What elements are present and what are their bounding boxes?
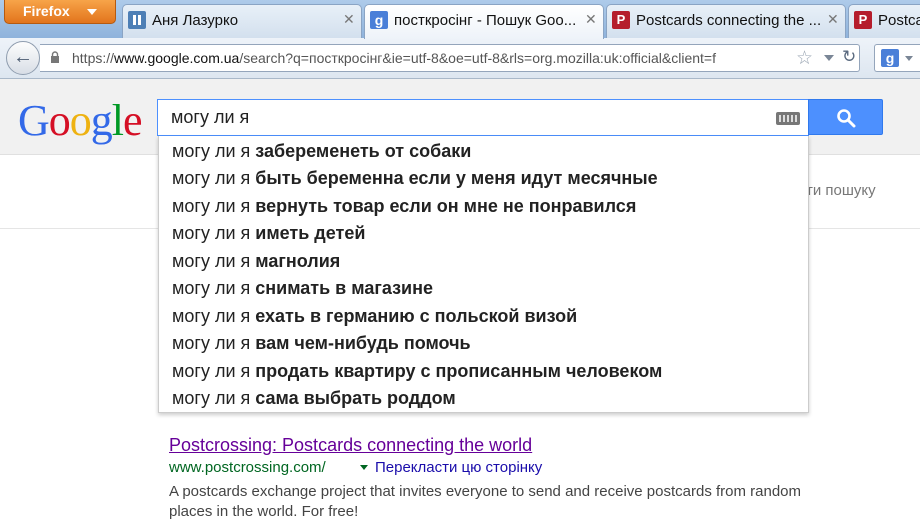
tab-label: Postcar [878, 12, 920, 29]
suggestion-completion: забеременеть от собаки [255, 141, 472, 161]
back-arrow-icon: ← [13, 46, 33, 68]
chevron-down-icon [905, 56, 913, 61]
suggestion-completion: сама выбрать роддом [255, 388, 456, 408]
suggestion-item[interactable]: могу ли я забеременеть от собаки [172, 138, 471, 165]
url-path: /search?q=посткросінг&ie=utf-8&oe=utf-8&… [239, 50, 716, 66]
tab-label: Postcards connecting the ... [636, 12, 822, 29]
bookmark-star-icon[interactable]: ☆ [796, 47, 813, 70]
logo-letter: o [69, 96, 92, 145]
history-dropdown-icon[interactable] [824, 55, 834, 61]
google-icon: g [370, 11, 388, 29]
suggestion-item[interactable]: могу ли я продать квартиру с прописанным… [172, 358, 662, 385]
logo-letter: e [123, 96, 143, 145]
suggestion-item[interactable]: могу ли я вам чем-нибудь помочь [172, 330, 471, 357]
keyboard-icon[interactable] [776, 112, 800, 125]
google-icon: g [881, 49, 899, 67]
postcrossing-icon: P [612, 11, 630, 29]
suggestion-item[interactable]: могу ли я снимать в магазине [172, 275, 433, 302]
logo-letter: l [111, 96, 124, 145]
google-logo[interactable]: Google [18, 95, 143, 146]
suggestion-prefix: могу ли я [172, 196, 256, 216]
close-icon[interactable]: ✕ [585, 11, 597, 28]
tab-postcrossing-2[interactable]: P Postcar [848, 4, 920, 38]
suggestion-completion: иметь детей [255, 223, 366, 243]
firefox-menu-label: Firefox [23, 3, 70, 19]
suggestion-item[interactable]: могу ли я ехать в германию с польской ви… [172, 303, 577, 330]
logo-letter: g [90, 96, 113, 145]
search-input[interactable]: могу ли я [157, 99, 809, 136]
suggestion-prefix: могу ли я [172, 306, 256, 326]
search-engine-selector[interactable]: g [874, 44, 920, 72]
suggestion-completion: ехать в германию с польской визой [255, 306, 578, 326]
tab-bar: Firefox Аня Лазурко ✕ g посткросінг - По… [0, 0, 920, 39]
search-query[interactable]: могу ли я [171, 107, 249, 128]
suggestion-item[interactable]: могу ли я быть беременна если у меня иду… [172, 165, 658, 192]
close-icon[interactable]: ✕ [343, 11, 355, 28]
logo-letter: o [48, 96, 71, 145]
url-prefix: https:// [72, 50, 115, 66]
tab-postcrossing[interactable]: P Postcards connecting the ... ✕ [606, 4, 846, 38]
suggestion-completion: снимать в магазине [255, 278, 433, 298]
suggestion-completion: вернуть товар если он мне не понравился [255, 196, 637, 216]
suggestion-prefix: могу ли я [172, 361, 256, 381]
url-text[interactable]: https://www.google.com.ua/search?q=постк… [72, 50, 800, 66]
suggestion-prefix: могу ли я [172, 388, 256, 408]
reload-icon[interactable]: ↻ [842, 47, 856, 67]
result-title-link[interactable]: Postcrossing: Postcards connecting the w… [169, 435, 532, 456]
tab-label: посткросінг - Пошук Goo... [394, 12, 577, 29]
suggestion-item[interactable]: могу ли я сама выбрать роддом [172, 385, 456, 412]
result-snippet: A postcards exchange project that invite… [169, 483, 802, 520]
tab-google-search[interactable]: g посткросінг - Пошук Goo... ✕ [364, 4, 604, 39]
translate-page-link[interactable]: Перекласти цю сторінку [375, 459, 542, 476]
suggestion-prefix: могу ли я [172, 278, 256, 298]
autocomplete-dropdown: могу ли я забеременеть от собаки могу ли… [158, 136, 809, 413]
search-tools-link[interactable]: ти пошуку [806, 182, 876, 199]
suggestion-prefix: могу ли я [172, 223, 256, 243]
suggestion-completion: быть беременна если у меня идут месячные [255, 168, 658, 188]
lock-icon [51, 51, 59, 63]
suggestion-prefix: могу ли я [172, 333, 256, 353]
close-icon[interactable]: ✕ [827, 11, 839, 28]
suggestion-prefix: могу ли я [172, 251, 256, 271]
tab-label: Аня Лазурко [152, 12, 239, 29]
firefox-menu-button[interactable]: Firefox [4, 0, 116, 24]
url-bar[interactable]: https://www.google.com.ua/search?q=постк… [40, 44, 860, 72]
suggestion-completion: вам чем-нибудь помочь [255, 333, 471, 353]
postcrossing-icon: P [854, 11, 872, 29]
chevron-down-icon [87, 9, 97, 15]
tab-anya[interactable]: Аня Лазурко ✕ [122, 4, 362, 38]
search-icon [837, 109, 856, 128]
suggestion-item[interactable]: могу ли я иметь детей [172, 220, 365, 247]
navigation-bar: https://www.google.com.ua/search?q=постк… [0, 38, 920, 79]
back-button[interactable]: ← [6, 41, 40, 75]
result-options-icon[interactable] [360, 465, 368, 470]
suggestion-prefix: могу ли я [172, 141, 256, 161]
search-button[interactable] [808, 99, 883, 135]
suggestion-completion: магнолия [255, 251, 341, 271]
result-url: www.postcrossing.com/ [169, 459, 326, 476]
suggestion-completion: продать квартиру с прописанным человеком [255, 361, 663, 381]
url-host: www.google.com.ua [114, 50, 240, 66]
suggestion-item[interactable]: могу ли я магнолия [172, 248, 340, 275]
pause-icon [128, 11, 146, 29]
suggestion-prefix: могу ли я [172, 168, 256, 188]
logo-letter: G [18, 96, 50, 145]
suggestion-item[interactable]: могу ли я вернуть товар если он мне не п… [172, 193, 636, 220]
